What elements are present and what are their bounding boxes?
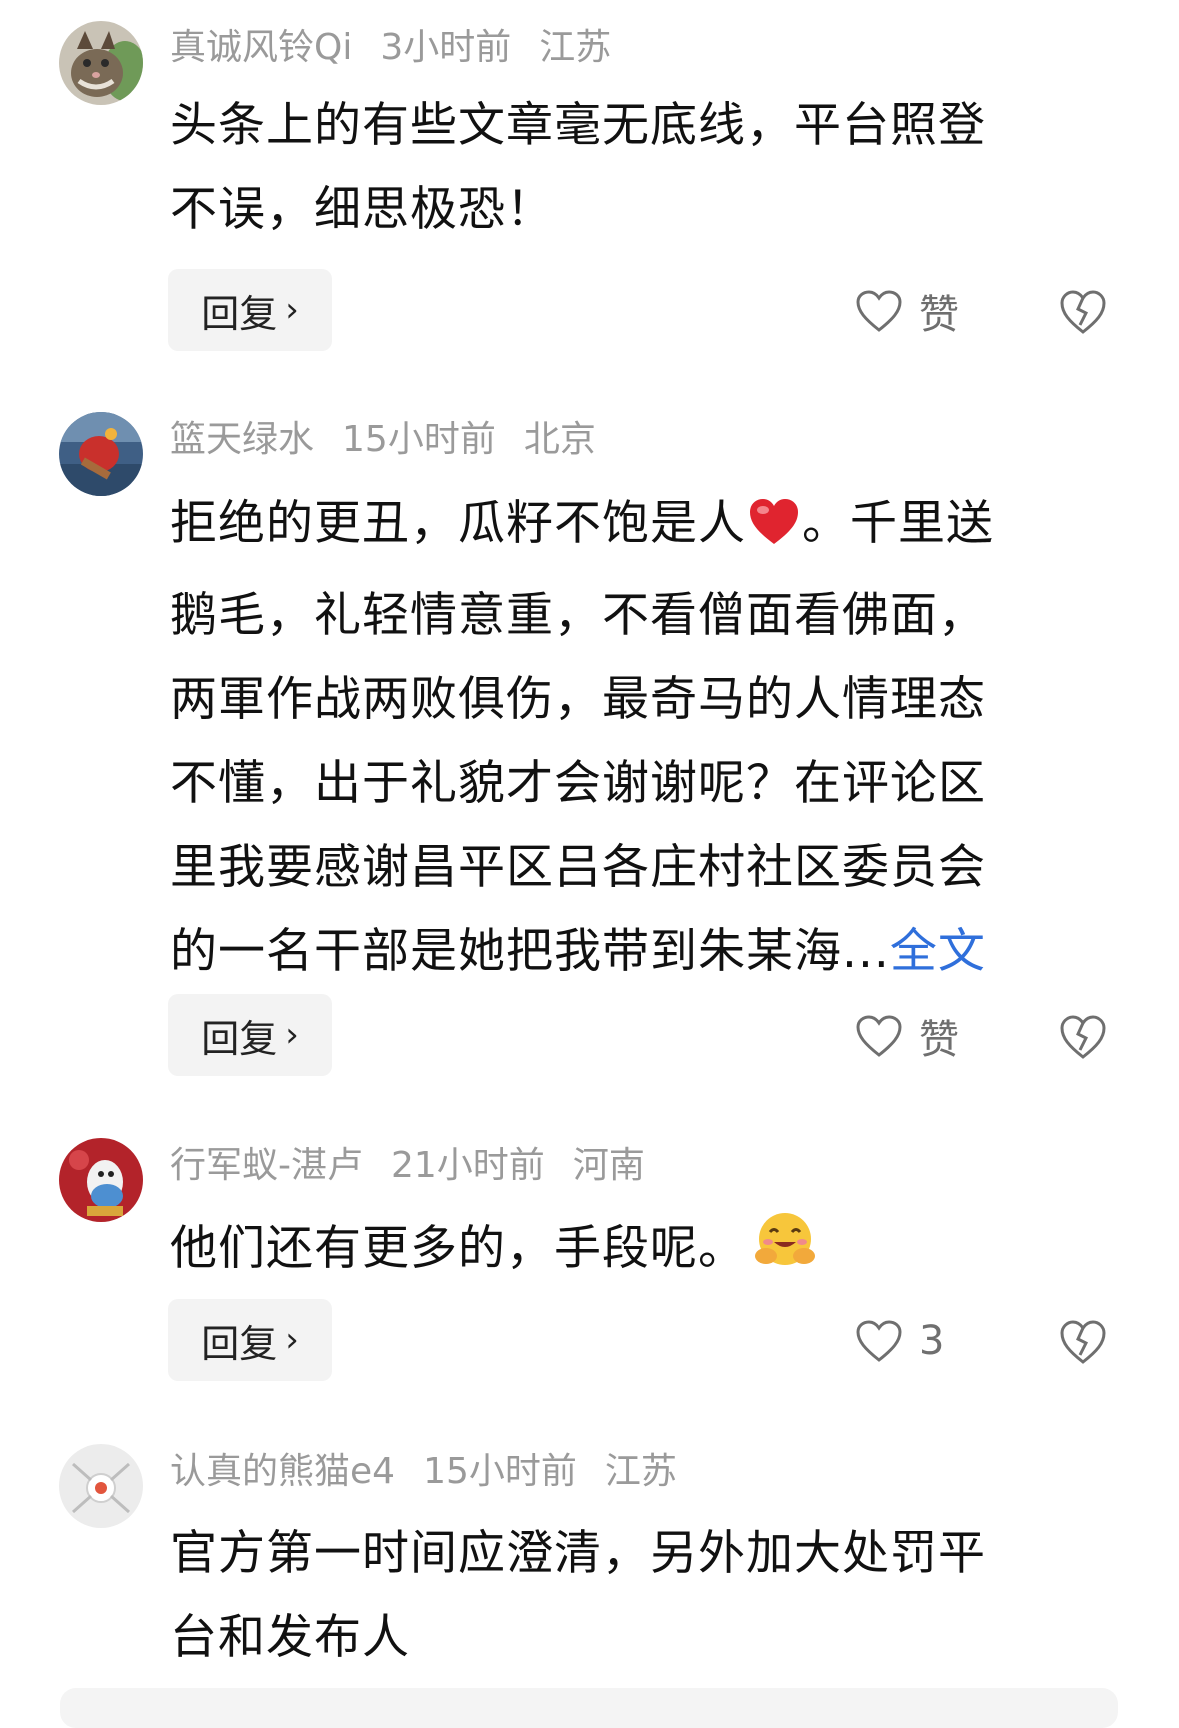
comment-meta: 真诚风铃Qi 3小时前 江苏 [170,30,639,66]
chevron-right-icon: › [285,1320,299,1360]
comment-meta: 篮天绿水 15小时前 北京 [170,422,624,458]
location: 江苏 [604,1451,677,1492]
like-button[interactable]: 3 [855,1311,944,1371]
timestamp: 15小时前 [423,1451,577,1492]
reply-button[interactable]: 回复 › [168,269,332,351]
comment-line: 不懂，出于礼貌才会谢谢呢？在评论区 [170,756,986,811]
like-label: 赞 [919,292,959,338]
timestamp: 15小时前 [342,419,496,460]
avatar[interactable] [59,21,143,105]
like-button[interactable]: 赞 [855,281,959,341]
reply-label: 回复 [201,1321,278,1366]
like-button[interactable]: 赞 [855,1006,959,1066]
username[interactable]: 行军蚁-湛卢 [170,1145,363,1186]
comment-line: 他们还有更多的，手段呢。 [170,1207,1110,1299]
username[interactable]: 篮天绿水 [170,419,314,460]
avatar[interactable] [59,1138,143,1222]
comment-text: 头条上的有些文章毫无底线，平台照登 不误，细思极恐！ [170,84,1110,252]
broken-heart-icon[interactable] [1058,287,1108,337]
comment-line: 不误，细思极恐！ [170,182,554,237]
avatar[interactable] [59,1444,143,1528]
comment-line: 拒绝的更丑，瓜籽不饱是人 。千里送 [170,482,1110,574]
location: 北京 [523,419,596,460]
hugging-face-emoji [752,1210,818,1299]
comment-meta: 行军蚁-湛卢 21小时前 河南 [170,1148,673,1184]
comment-text-segment: 拒绝的更丑，瓜籽不饱是人 [170,496,746,551]
location: 江苏 [539,27,612,68]
comment-text-segment: 的一名干部是她把我带到朱某海... [170,924,890,979]
reply-button[interactable]: 回复 › [168,994,332,1076]
expand-full-text-link[interactable]: 全文 [890,924,986,979]
avatar[interactable] [59,412,143,496]
comment-text: 他们还有更多的，手段呢。 [170,1207,1110,1299]
comment-meta: 认真的熊猫e4 15小时前 江苏 [170,1454,705,1490]
timestamp: 21小时前 [391,1145,545,1186]
comment-text: 拒绝的更丑，瓜籽不饱是人 。千里送 鹅毛，礼轻情意重，不看僧面看佛面， 两軍作战两… [170,482,1110,994]
heart-outline-icon [856,1015,902,1057]
broken-heart-icon[interactable] [1058,1317,1108,1367]
reply-label: 回复 [201,1016,278,1061]
comment-line: 里我要感谢昌平区吕各庄村社区委员会 [170,840,986,895]
comment-line: 鹅毛，礼轻情意重，不看僧面看佛面， [170,588,986,643]
comment-text-segment: 他们还有更多的，手段呢。 [170,1221,746,1276]
like-count: 3 [919,1318,945,1364]
bottom-input-bar[interactable] [60,1688,1118,1728]
broken-heart-icon[interactable] [1058,1012,1108,1062]
heart-outline-icon [856,290,902,332]
comment-line: 的一名干部是她把我带到朱某海...全文 [170,910,1110,994]
comment-line: 台和发布人 [170,1610,410,1665]
timestamp: 3小时前 [380,27,512,68]
location: 河南 [572,1145,645,1186]
username[interactable]: 认真的熊猫e4 [170,1451,395,1492]
like-label: 赞 [919,1017,959,1063]
comment-text: 官方第一时间应澄清，另外加大处罚平 台和发布人 [170,1512,1110,1680]
heart-outline-icon [856,1320,902,1362]
reply-button[interactable]: 回复 › [168,1299,332,1381]
comment-text-segment: 。千里送 [802,496,994,551]
username[interactable]: 真诚风铃Qi [170,27,352,68]
comment-line: 官方第一时间应澄清，另外加大处罚平 [170,1526,986,1581]
chevron-right-icon: › [285,1015,299,1055]
comment-line: 头条上的有些文章毫无底线，平台照登 [170,98,986,153]
red-heart-emoji [746,490,802,574]
chevron-right-icon: › [285,290,299,330]
comment-line: 两軍作战两败俱伤，最奇马的人情理态 [170,672,986,727]
reply-label: 回复 [201,291,278,336]
